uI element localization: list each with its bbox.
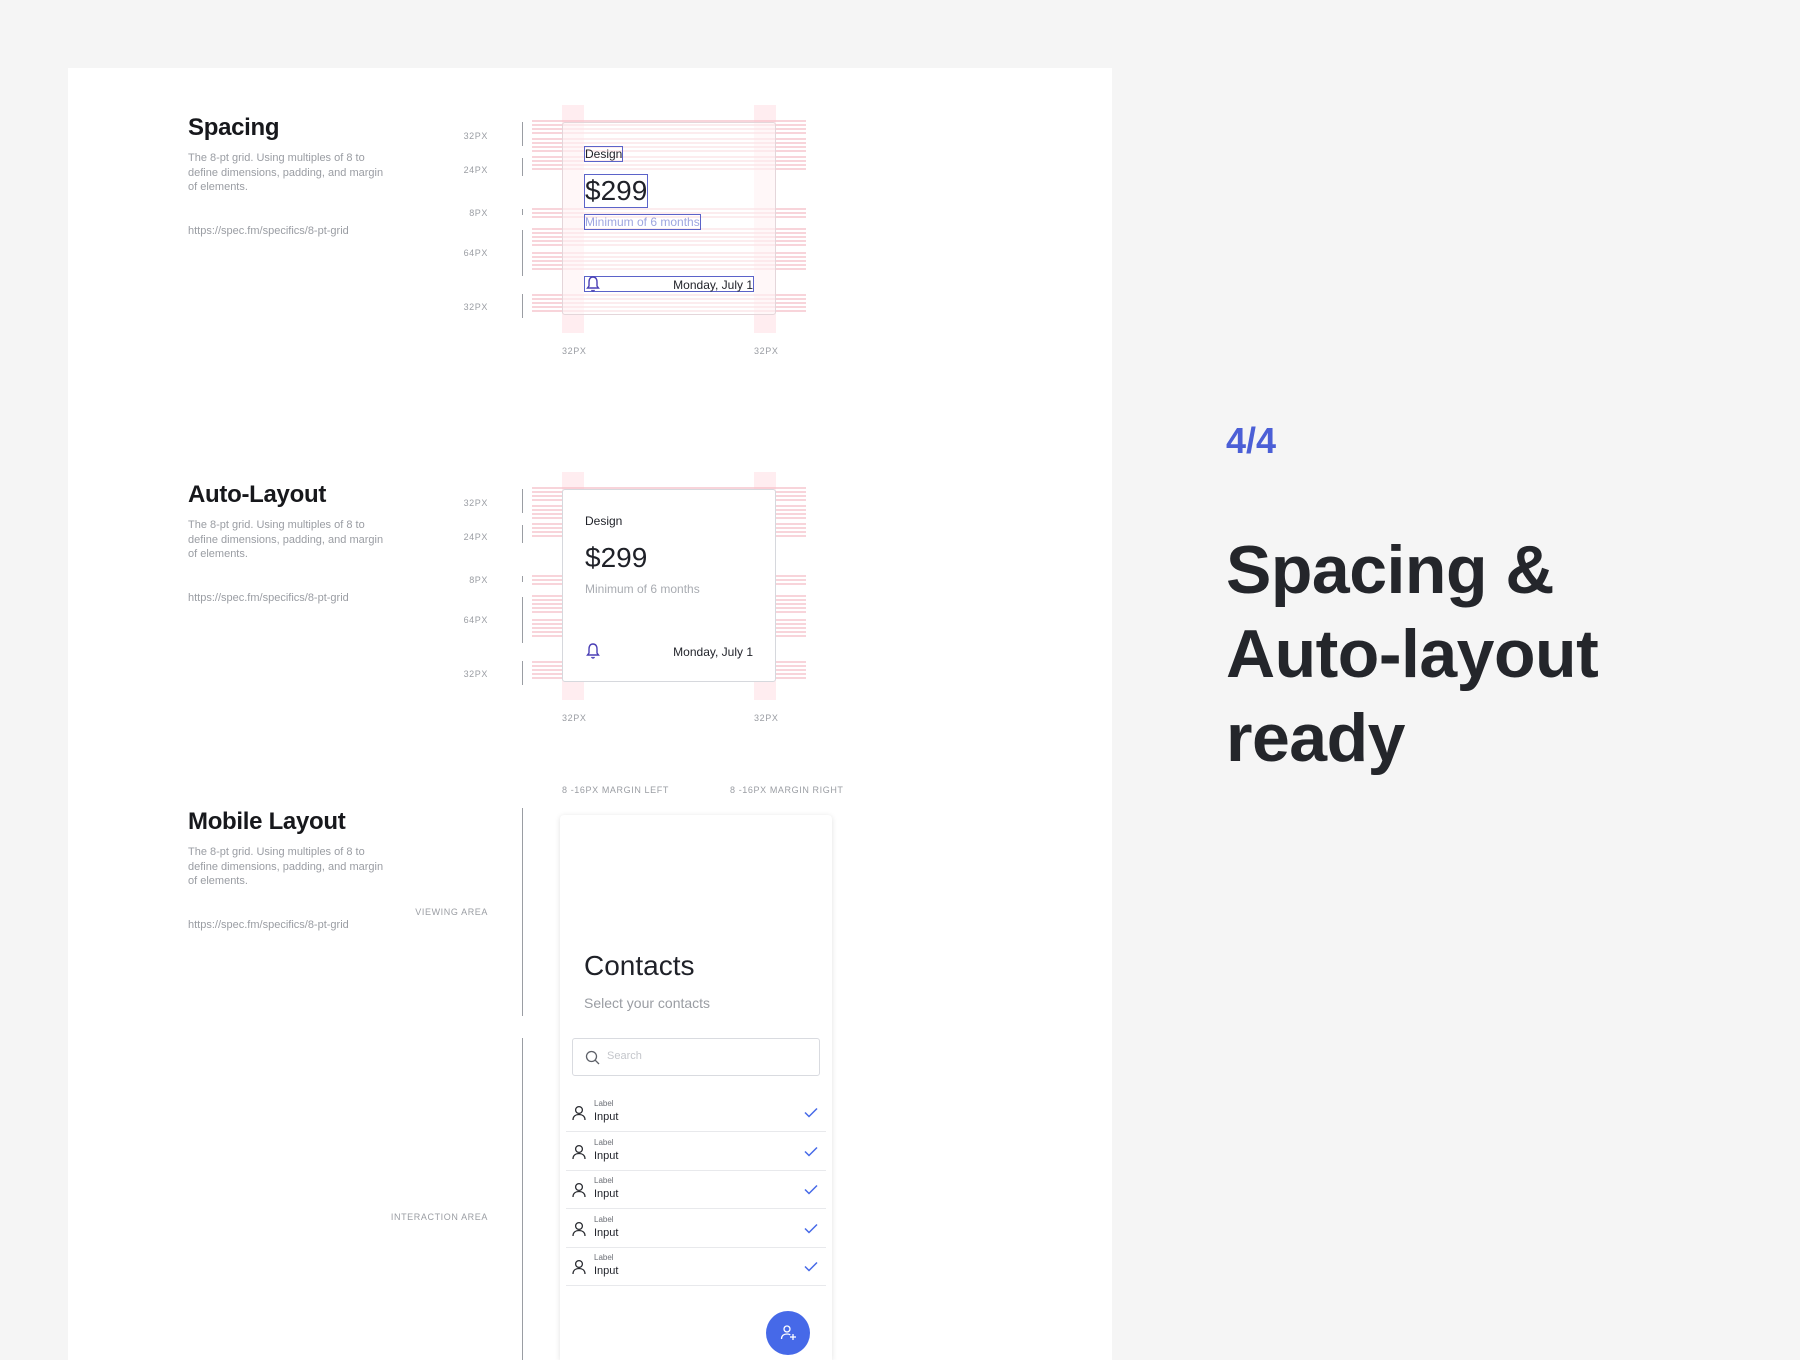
measure-label: 8PX xyxy=(469,575,488,585)
price-card-autolayout: Design $299 Minimum of 6 months Monday, … xyxy=(562,489,776,682)
measure-bottom-right: 32PX xyxy=(754,713,779,723)
measure-tick xyxy=(522,230,523,276)
price-card-spacing: Design $299 Minimum of 6 months Monday, … xyxy=(562,122,776,315)
measure-label: 8PX xyxy=(469,208,488,218)
row-input: Input xyxy=(594,1111,619,1123)
person-icon xyxy=(572,1259,586,1275)
page-counter: 4/4 xyxy=(1226,420,1277,461)
row-label: Label xyxy=(594,1215,614,1224)
card-note: Minimum of 6 months xyxy=(585,582,700,596)
measure-tick xyxy=(522,209,523,215)
check-icon[interactable] xyxy=(804,1184,818,1195)
add-contact-button[interactable] xyxy=(766,1311,810,1355)
measure-tick xyxy=(522,122,523,146)
margin-left-label: 8 -16PX MARGIN LEFT xyxy=(562,785,669,795)
measure-bottom-right: 32PX xyxy=(754,346,779,356)
person-icon xyxy=(572,1105,586,1121)
measure-tick xyxy=(522,525,523,543)
measure-bottom-left: 32PX xyxy=(562,713,587,723)
card-note: Minimum of 6 months xyxy=(584,214,701,230)
measure-tick xyxy=(522,294,523,318)
search-icon xyxy=(585,1050,600,1065)
row-label: Label xyxy=(594,1099,614,1108)
list-item[interactable]: Label Input xyxy=(566,1093,826,1132)
list-item[interactable]: Label Input xyxy=(566,1132,826,1171)
card-label: Design xyxy=(583,146,624,162)
person-icon xyxy=(572,1221,586,1237)
viewing-area-label: VIEWING AREA xyxy=(415,907,488,917)
mobile-title: Mobile Layout xyxy=(188,808,346,835)
spacing-title: Spacing xyxy=(188,114,280,141)
hero-title: Spacing & Auto-layout ready xyxy=(1226,528,1746,780)
search-input[interactable]: Search xyxy=(572,1038,820,1076)
interaction-area-line xyxy=(522,1038,523,1360)
row-input: Input xyxy=(594,1150,619,1162)
row-label: Label xyxy=(594,1253,614,1262)
bell-icon xyxy=(586,643,600,659)
measure-label: 24PX xyxy=(463,532,488,542)
row-label: Label xyxy=(594,1138,614,1147)
person-icon xyxy=(572,1144,586,1160)
card-label: Design xyxy=(585,514,623,528)
row-input: Input xyxy=(594,1265,619,1277)
viewing-area-line xyxy=(522,808,523,1016)
measure-label: 32PX xyxy=(463,302,488,312)
measure-tick xyxy=(522,661,523,685)
measure-label: 24PX xyxy=(463,165,488,175)
card-price: $299 xyxy=(585,542,648,573)
contacts-subtitle: Select your contacts xyxy=(584,995,711,1011)
person-icon xyxy=(572,1182,586,1198)
add-user-icon xyxy=(780,1325,796,1340)
measure-tick xyxy=(522,489,523,513)
autolayout-description: The 8-pt grid. Using multiples of 8 to d… xyxy=(188,519,384,560)
autolayout-title: Auto-Layout xyxy=(188,481,327,508)
measure-label: 64PX xyxy=(463,615,488,625)
check-icon[interactable] xyxy=(804,1146,818,1157)
row-input: Input xyxy=(594,1188,619,1200)
contacts-title: Contacts xyxy=(584,950,695,981)
autolayout-link[interactable]: https://spec.fm/specifics/8-pt-grid xyxy=(188,592,349,604)
row-label: Label xyxy=(594,1176,614,1185)
measure-tick xyxy=(522,158,523,176)
check-icon[interactable] xyxy=(804,1223,818,1234)
list-item[interactable]: Label Input xyxy=(566,1209,826,1248)
hero-title-line: Auto-layout xyxy=(1226,616,1599,692)
card-date: Monday, July 1 xyxy=(673,278,753,292)
list-item[interactable]: Label Input xyxy=(566,1247,826,1286)
measure-label: 32PX xyxy=(463,131,488,141)
margin-right-label: 8 -16PX MARGIN RIGHT xyxy=(730,785,844,795)
mobile-link[interactable]: https://spec.fm/specifics/8-pt-grid xyxy=(188,919,349,931)
hero-title-line: ready xyxy=(1226,700,1405,776)
measure-label: 32PX xyxy=(463,498,488,508)
check-icon[interactable] xyxy=(804,1261,818,1272)
mobile-description: The 8-pt grid. Using multiples of 8 to d… xyxy=(188,846,384,887)
spacing-description: The 8-pt grid. Using multiples of 8 to d… xyxy=(188,152,384,193)
measure-tick xyxy=(522,597,523,643)
card-price: $299 xyxy=(583,174,649,208)
measure-label: 64PX xyxy=(463,248,488,258)
measure-tick xyxy=(522,576,523,582)
check-icon[interactable] xyxy=(804,1107,818,1118)
spacing-link[interactable]: https://spec.fm/specifics/8-pt-grid xyxy=(188,225,349,237)
interaction-area-label: INTERACTION AREA xyxy=(390,1212,488,1222)
bell-icon xyxy=(586,276,600,292)
measure-label: 32PX xyxy=(463,669,488,679)
search-placeholder: Search xyxy=(607,1050,642,1062)
phone-mockup: Contacts Select your contacts Search Lab… xyxy=(560,815,832,1360)
row-input: Input xyxy=(594,1227,619,1239)
measure-bottom-left: 32PX xyxy=(562,346,587,356)
list-item[interactable]: Label Input xyxy=(566,1170,826,1209)
card-date: Monday, July 1 xyxy=(673,645,753,659)
hero-title-line: Spacing & xyxy=(1226,532,1555,608)
